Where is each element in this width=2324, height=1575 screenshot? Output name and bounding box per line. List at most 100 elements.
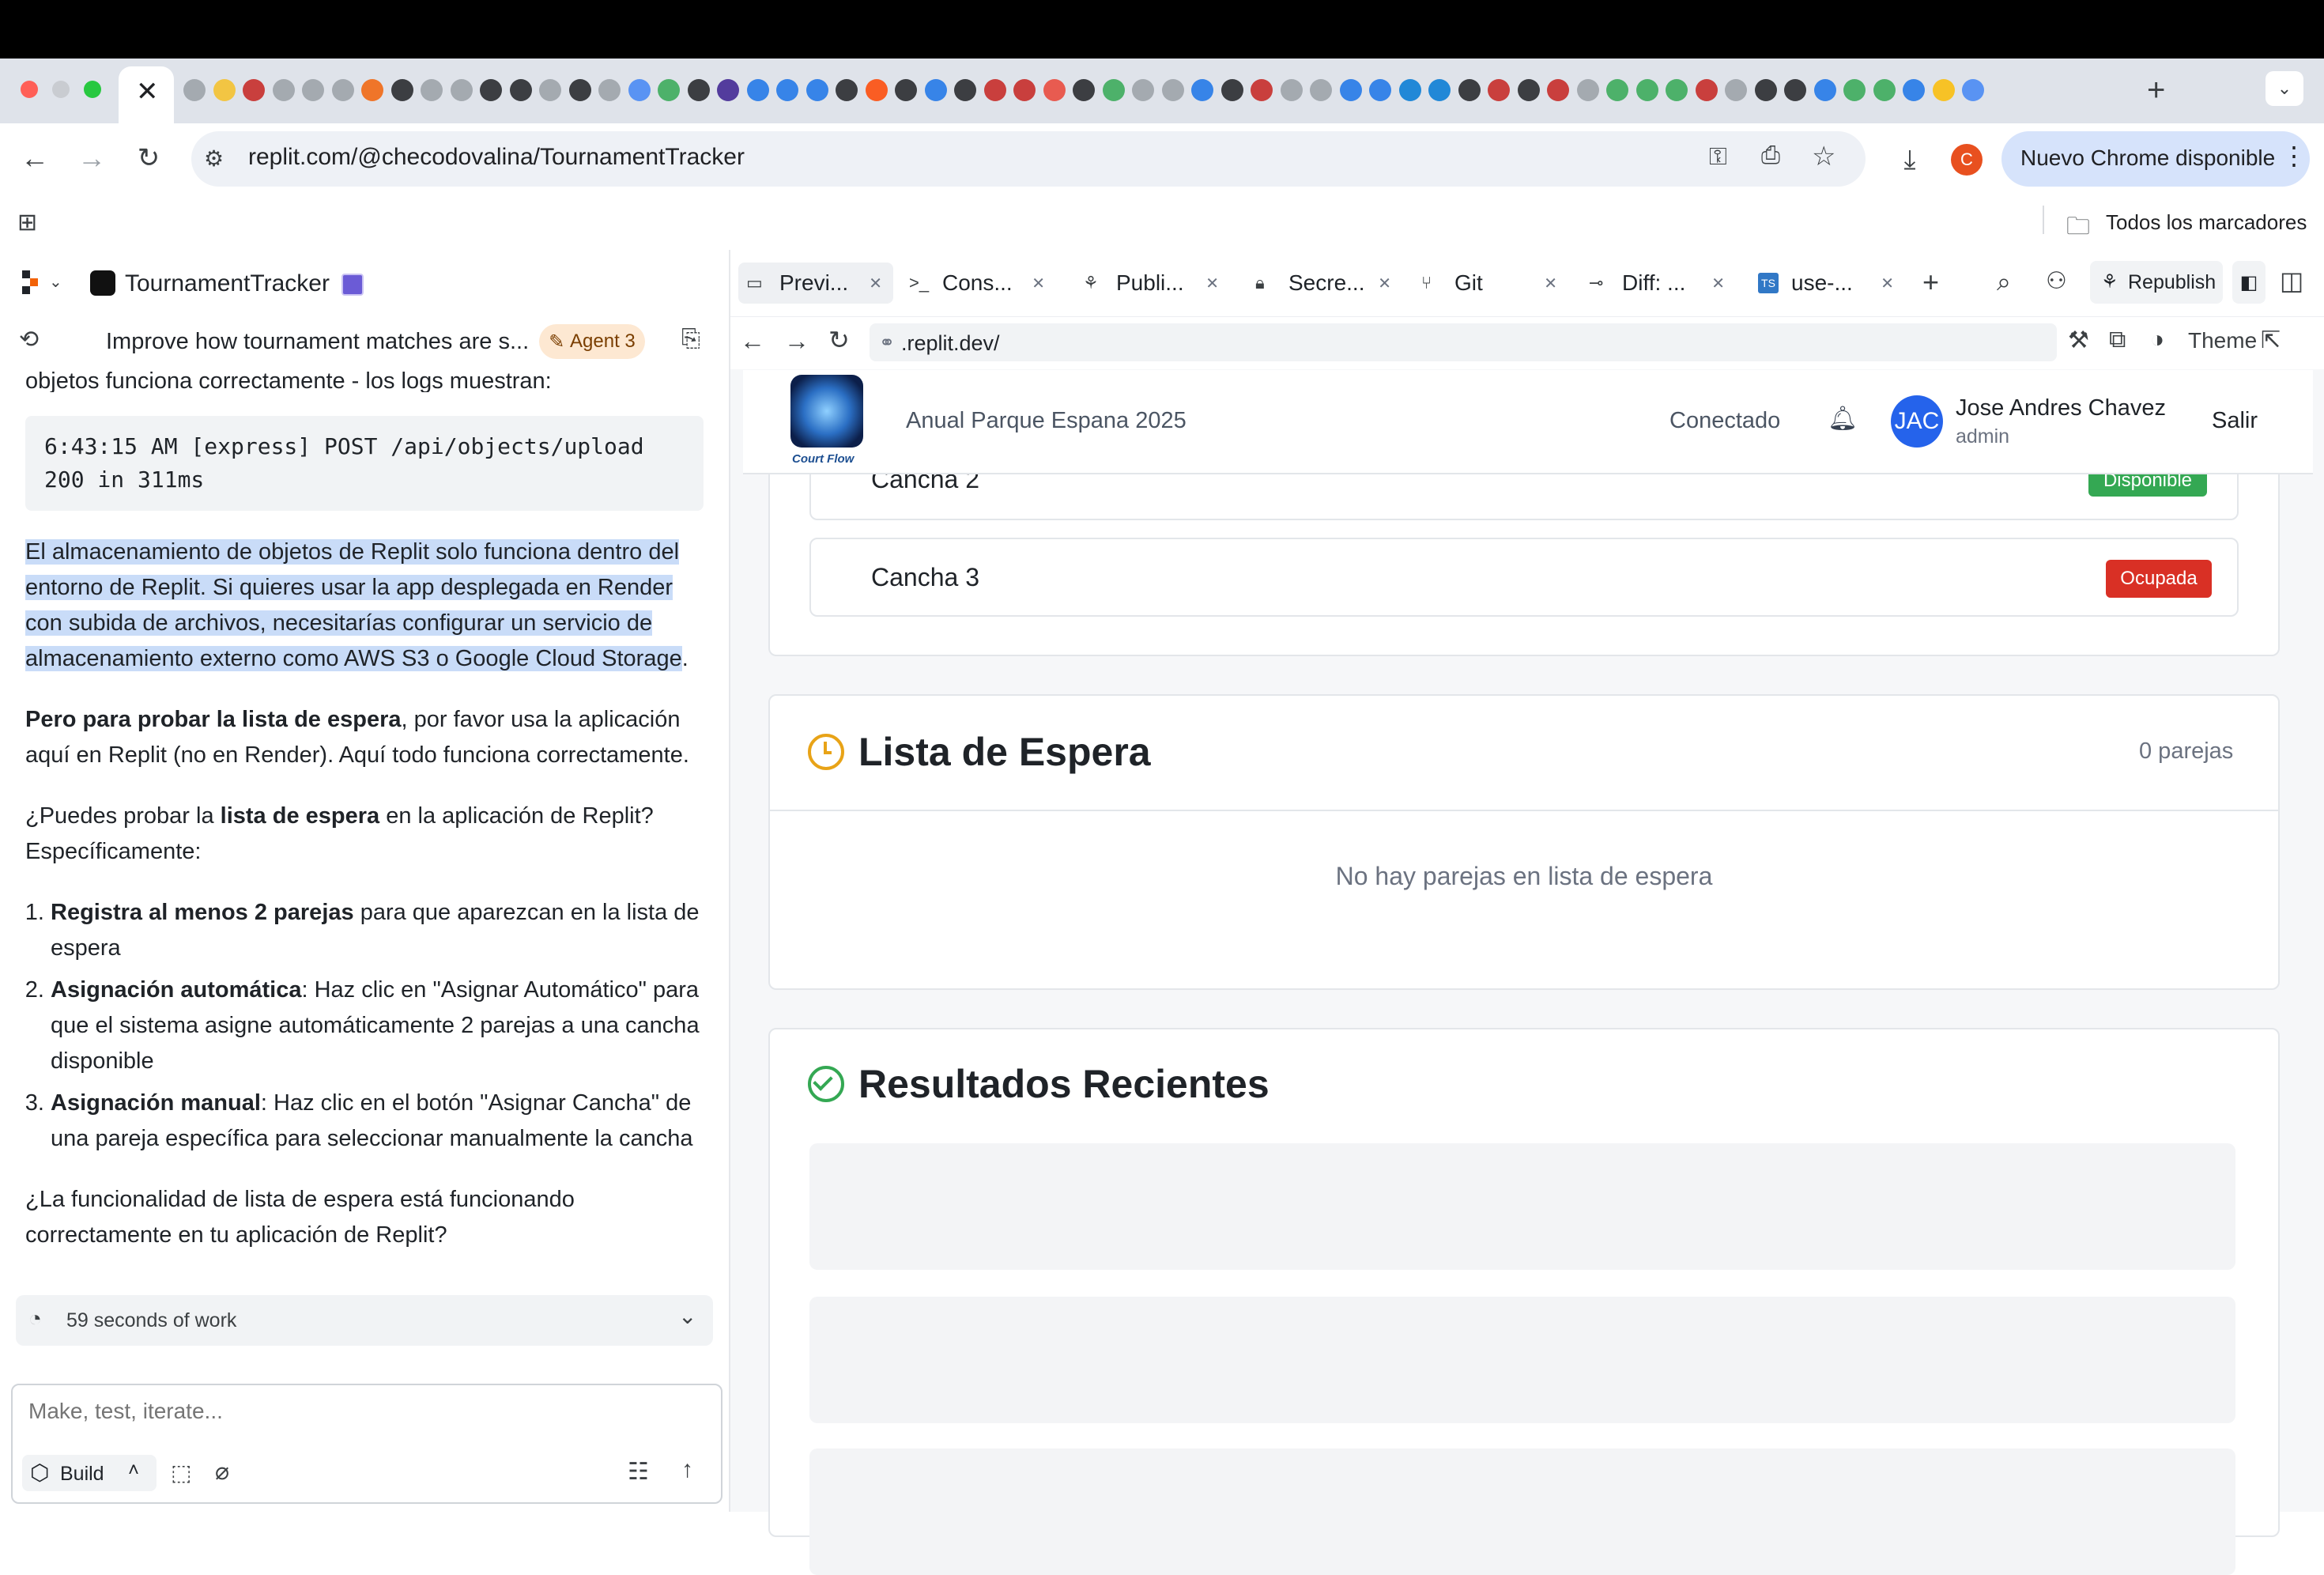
tab-favicon-icon[interactable] (450, 79, 473, 101)
tab-favicon-icon[interactable] (1161, 79, 1184, 101)
devtools-wrench-icon[interactable]: ⚒ (2068, 327, 2089, 354)
workspace-tab[interactable]: ⊸ Diff: ... ✕ (1581, 262, 1736, 304)
tab-favicon-icon[interactable] (1754, 79, 1777, 101)
tab-favicon-icon[interactable] (1695, 79, 1718, 101)
tab-favicon-icon[interactable] (687, 79, 710, 101)
court-row[interactable]: Cancha 3 Ocupada (809, 538, 2239, 617)
preview-forward-icon[interactable]: → (784, 327, 809, 356)
apps-grid-icon[interactable]: ⊞ (17, 209, 37, 236)
forward-icon[interactable]: → (74, 141, 109, 176)
tab-favicon-icon[interactable] (183, 79, 206, 101)
tab-favicon-icon[interactable] (658, 79, 680, 101)
tab-favicon-icon[interactable] (1547, 79, 1569, 101)
tab-favicon-icon[interactable] (1339, 79, 1362, 101)
downloads-icon[interactable]: ⤓ (1892, 142, 1927, 177)
republish-button[interactable]: ⚘ Republish (2090, 261, 2223, 304)
tab-favicon-icon[interactable] (539, 79, 561, 101)
all-bookmarks-label[interactable]: Todos los marcadores (2106, 210, 2307, 235)
select-element-icon[interactable]: ⬚ (171, 1460, 191, 1486)
tab-favicon-icon[interactable] (1398, 79, 1421, 101)
chat-input-box[interactable]: ⬡ Build ˄ ⬚ ⌀ ☷ ↑ (11, 1384, 722, 1504)
tab-favicon-icon[interactable] (1428, 79, 1451, 101)
tab-favicon-icon[interactable] (1220, 79, 1243, 101)
work-summary-toggle[interactable]: ◔ 59 seconds of work ⌄ (16, 1295, 713, 1346)
bookmark-star-icon[interactable]: ☆ (1812, 141, 1835, 172)
agent-version-badge[interactable]: ✎ Agent 3 (539, 324, 645, 359)
tab-favicon-icon[interactable] (1310, 79, 1332, 101)
close-tab-icon[interactable]: ✕ (869, 274, 882, 293)
kebab-menu-icon[interactable]: ⋮ (2281, 141, 2307, 171)
tab-favicon-icon[interactable] (1369, 79, 1391, 101)
preview-reload-icon[interactable]: ↻ (828, 325, 850, 355)
address-bar[interactable]: ⚙ replit.com/@checodovalina/TournamentTr… (191, 131, 1866, 187)
maximize-window-button[interactable] (84, 81, 101, 98)
preview-url-bar[interactable]: ⚭ .replit.dev/ (870, 323, 2057, 361)
bell-icon[interactable]: 🔔︎ (1828, 405, 1858, 432)
preview-back-icon[interactable]: ← (740, 327, 765, 356)
active-browser-tab[interactable]: ✕ (119, 66, 174, 123)
invite-user-icon[interactable]: ⚇ (2046, 267, 2067, 295)
profile-avatar[interactable]: C (1951, 144, 1983, 176)
workspace-tab[interactable]: TS use-... ✕ (1750, 262, 1905, 304)
attach-icon[interactable]: ⌀ (215, 1458, 229, 1486)
tab-favicon-icon[interactable] (302, 79, 324, 101)
workspace-tab[interactable]: 🔒︎ Secre... ✕ (1247, 262, 1402, 304)
tab-favicon-icon[interactable] (776, 79, 798, 101)
publish-options-icon[interactable]: ◧ (2232, 261, 2266, 304)
open-new-window-icon[interactable]: ⇱ (2261, 327, 2281, 354)
tab-favicon-icon[interactable] (1873, 79, 1896, 101)
tab-favicon-icon[interactable] (1458, 79, 1481, 101)
close-window-button[interactable] (21, 81, 38, 98)
tab-favicon-icon[interactable] (1073, 79, 1095, 101)
install-app-icon[interactable]: ⎙ (1761, 142, 1780, 169)
replit-menu[interactable]: ⌄ (22, 270, 62, 296)
tab-favicon-icon[interactable] (1843, 79, 1866, 101)
workspace-tab[interactable]: >_ Cons... ✕ (901, 262, 1056, 304)
add-tab-icon[interactable]: + (1922, 266, 1939, 299)
tab-favicon-icon[interactable] (865, 79, 888, 101)
new-chat-icon[interactable]: ⎘ (681, 326, 700, 353)
close-tab-icon[interactable]: ✕ (1881, 274, 1894, 293)
close-tab-icon[interactable]: ✕ (1544, 274, 1557, 293)
tab-favicon-icon[interactable] (1251, 79, 1273, 101)
court-flow-logo[interactable] (790, 375, 863, 448)
password-key-icon[interactable]: ⚿ (1709, 144, 1727, 171)
minimize-window-button[interactable] (52, 81, 70, 98)
user-avatar[interactable]: JAC (1891, 395, 1943, 448)
tab-favicon-icon[interactable] (243, 79, 265, 101)
tab-favicon-icon[interactable] (1013, 79, 1036, 101)
tab-favicon-icon[interactable] (421, 79, 443, 101)
tab-favicon-icon[interactable] (598, 79, 621, 101)
chat-input[interactable] (27, 1393, 694, 1430)
theme-label[interactable]: Theme (2188, 328, 2257, 353)
build-mode-button[interactable]: ⬡ Build ˄ (22, 1455, 157, 1491)
search-icon[interactable]: ⌕ (1997, 267, 2011, 297)
tab-favicon-icon[interactable] (1903, 79, 1925, 101)
settings-sliders-icon[interactable]: ☷ (628, 1458, 649, 1486)
close-tab-icon[interactable]: ✕ (136, 76, 159, 108)
tab-favicon-icon[interactable] (805, 79, 828, 101)
new-tab-button[interactable]: + (2147, 73, 2165, 108)
workspace-tab[interactable]: ⑂ Git ✕ (1413, 262, 1568, 304)
palette-icon[interactable]: ◑ (2150, 327, 2164, 353)
device-icon[interactable]: ⧉ (2109, 327, 2126, 353)
workspace-tab[interactable]: ⚘ Publi... ✕ (1075, 262, 1230, 304)
tab-favicon-icon[interactable] (1517, 79, 1540, 101)
tab-favicon-icon[interactable] (1932, 79, 1955, 101)
tab-favicon-icon[interactable] (954, 79, 976, 101)
close-tab-icon[interactable]: ✕ (1032, 274, 1045, 293)
tab-favicon-icon[interactable] (895, 79, 917, 101)
tab-favicon-icon[interactable] (1191, 79, 1213, 101)
tab-favicon-icon[interactable] (361, 79, 383, 101)
tab-search-button[interactable]: ⌄ (2266, 71, 2303, 106)
tab-favicon-icon[interactable] (509, 79, 532, 101)
update-chrome-button[interactable]: Nuevo Chrome disponible ⋮ (2001, 131, 2310, 187)
close-tab-icon[interactable]: ✕ (1205, 274, 1219, 293)
workspace-tab[interactable]: ▭ Previ... ✕ (738, 262, 893, 304)
tab-favicon-icon[interactable] (1725, 79, 1747, 101)
tab-favicon-icon[interactable] (983, 79, 1006, 101)
tab-favicon-icon[interactable] (331, 79, 354, 101)
tab-favicon-icon[interactable] (568, 79, 591, 101)
tab-favicon-icon[interactable] (1043, 79, 1066, 101)
tab-favicon-icon[interactable] (272, 79, 295, 101)
